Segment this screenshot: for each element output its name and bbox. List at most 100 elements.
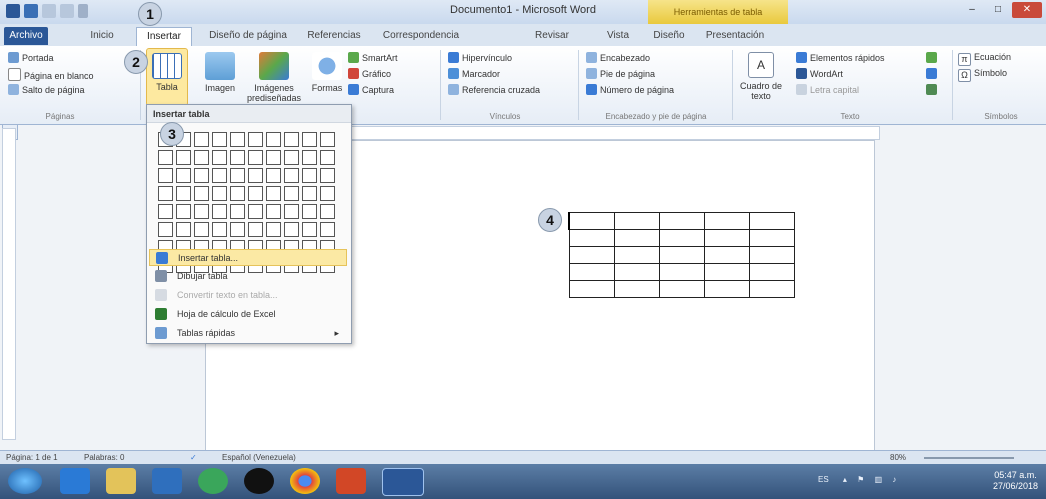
tab-correspondencia[interactable]: Correspondencia xyxy=(376,27,466,45)
table-cell[interactable] xyxy=(704,229,750,247)
grid-cell[interactable] xyxy=(266,204,281,219)
table-cell[interactable] xyxy=(659,263,705,281)
date-time-button[interactable] xyxy=(926,68,940,79)
grid-cell[interactable] xyxy=(176,168,191,183)
grid-cell[interactable] xyxy=(266,132,281,147)
grid-cell[interactable] xyxy=(302,204,317,219)
close-button[interactable]: ✕ xyxy=(1012,2,1042,18)
smartart-button[interactable]: SmartArt xyxy=(348,52,398,63)
convertir-texto-item[interactable]: Convertir texto en tabla... xyxy=(149,287,347,304)
table-cell[interactable] xyxy=(614,280,660,298)
object-button[interactable] xyxy=(926,84,940,95)
grid-cell[interactable] xyxy=(320,222,335,237)
grid-cell[interactable] xyxy=(194,132,209,147)
tray-arrow-icon[interactable]: ▴ xyxy=(843,475,847,484)
numero-pagina-button[interactable]: Número de página xyxy=(586,84,674,95)
grid-cell[interactable] xyxy=(194,222,209,237)
tab-archivo[interactable]: Archivo xyxy=(4,27,48,45)
grid-cell[interactable] xyxy=(176,204,191,219)
app-record-icon[interactable] xyxy=(244,468,274,494)
formas-button[interactable]: Formas xyxy=(308,52,346,93)
tab-referencias[interactable]: Referencias xyxy=(302,27,366,45)
page-count[interactable]: Página: 1 de 1 xyxy=(6,451,58,465)
grid-cell[interactable] xyxy=(320,168,335,183)
table-cell[interactable] xyxy=(659,280,705,298)
table-cell[interactable] xyxy=(568,280,615,298)
table-cell[interactable] xyxy=(568,212,615,230)
grid-cell[interactable] xyxy=(320,186,335,201)
grid-cell[interactable] xyxy=(248,132,263,147)
grid-cell[interactable] xyxy=(266,222,281,237)
zoom-level[interactable]: 80% xyxy=(890,451,906,465)
chrome-icon[interactable] xyxy=(290,468,320,494)
grid-cell[interactable] xyxy=(302,132,317,147)
grid-cell[interactable] xyxy=(230,132,245,147)
imagen-button[interactable]: Imagen xyxy=(202,52,238,93)
grid-cell[interactable] xyxy=(320,204,335,219)
table-cell[interactable] xyxy=(704,212,750,230)
vertical-ruler[interactable] xyxy=(2,128,16,440)
grid-cell[interactable] xyxy=(212,132,227,147)
document-table[interactable] xyxy=(568,212,795,298)
grid-cell[interactable] xyxy=(248,150,263,165)
grid-cell[interactable] xyxy=(176,150,191,165)
hoja-excel-item[interactable]: Hoja de cálculo de Excel xyxy=(149,306,347,323)
simbolo-button[interactable]: Ω Símbolo xyxy=(958,68,1007,82)
grid-cell[interactable] xyxy=(248,168,263,183)
grid-cell[interactable] xyxy=(266,168,281,183)
grid-cell[interactable] xyxy=(230,222,245,237)
captura-button[interactable]: Captura xyxy=(348,84,394,95)
table-cell[interactable] xyxy=(568,246,615,264)
word-count[interactable]: Palabras: 0 xyxy=(84,451,124,465)
grid-cell[interactable] xyxy=(158,204,173,219)
grid-cell[interactable] xyxy=(284,222,299,237)
grid-cell[interactable] xyxy=(158,150,173,165)
start-button-icon[interactable] xyxy=(8,468,42,494)
pie-pagina-button[interactable]: Pie de página xyxy=(586,68,655,79)
wordart-button[interactable]: WordArt xyxy=(796,68,843,79)
ecuacion-button[interactable]: π Ecuación xyxy=(958,52,1011,66)
tab-inicio[interactable]: Inicio xyxy=(82,27,122,45)
powerpoint-icon[interactable] xyxy=(336,468,366,494)
letra-capital-button[interactable]: Letra capital xyxy=(796,84,859,95)
grid-cell[interactable] xyxy=(248,186,263,201)
grid-cell[interactable] xyxy=(194,168,209,183)
input-language[interactable]: ES xyxy=(818,475,829,484)
grid-cell[interactable] xyxy=(158,186,173,201)
table-cell[interactable] xyxy=(704,263,750,281)
grid-cell[interactable] xyxy=(212,150,227,165)
grid-cell[interactable] xyxy=(266,150,281,165)
word-taskbar-icon[interactable] xyxy=(382,468,424,496)
salto-pagina-button[interactable]: Salto de página xyxy=(8,84,85,95)
grid-cell[interactable] xyxy=(230,204,245,219)
table-cell[interactable] xyxy=(659,246,705,264)
table-cell[interactable] xyxy=(659,229,705,247)
table-cell[interactable] xyxy=(614,246,660,264)
table-cell[interactable] xyxy=(749,212,795,230)
internet-explorer-icon[interactable] xyxy=(60,468,90,494)
file-explorer-icon[interactable] xyxy=(106,468,136,494)
cuadro-texto-button[interactable]: A Cuadro de texto xyxy=(736,52,786,101)
tablas-rapidas-item[interactable]: Tablas rápidas ▸ xyxy=(149,325,347,342)
hipervinculo-button[interactable]: Hipervínculo xyxy=(448,52,512,63)
grid-cell[interactable] xyxy=(176,186,191,201)
insertar-tabla-item[interactable]: Insertar tabla... xyxy=(149,249,347,266)
tab-diseno[interactable]: Diseño xyxy=(646,27,692,45)
table-cell[interactable] xyxy=(568,229,615,247)
grid-cell[interactable] xyxy=(302,222,317,237)
language[interactable]: Español (Venezuela) xyxy=(222,451,296,465)
table-cell[interactable] xyxy=(614,212,660,230)
signature-line-button[interactable] xyxy=(926,52,940,63)
grid-cell[interactable] xyxy=(230,150,245,165)
grid-cell[interactable] xyxy=(230,186,245,201)
network-icon[interactable]: ▥ xyxy=(875,475,883,484)
table-cell[interactable] xyxy=(749,229,795,247)
grid-cell[interactable] xyxy=(248,204,263,219)
table-cell[interactable] xyxy=(568,263,615,281)
grid-cell[interactable] xyxy=(158,222,173,237)
grid-cell[interactable] xyxy=(302,186,317,201)
volume-icon[interactable]: ♪ xyxy=(892,475,896,484)
grid-cell[interactable] xyxy=(212,168,227,183)
table-cell[interactable] xyxy=(704,246,750,264)
grid-cell[interactable] xyxy=(284,204,299,219)
